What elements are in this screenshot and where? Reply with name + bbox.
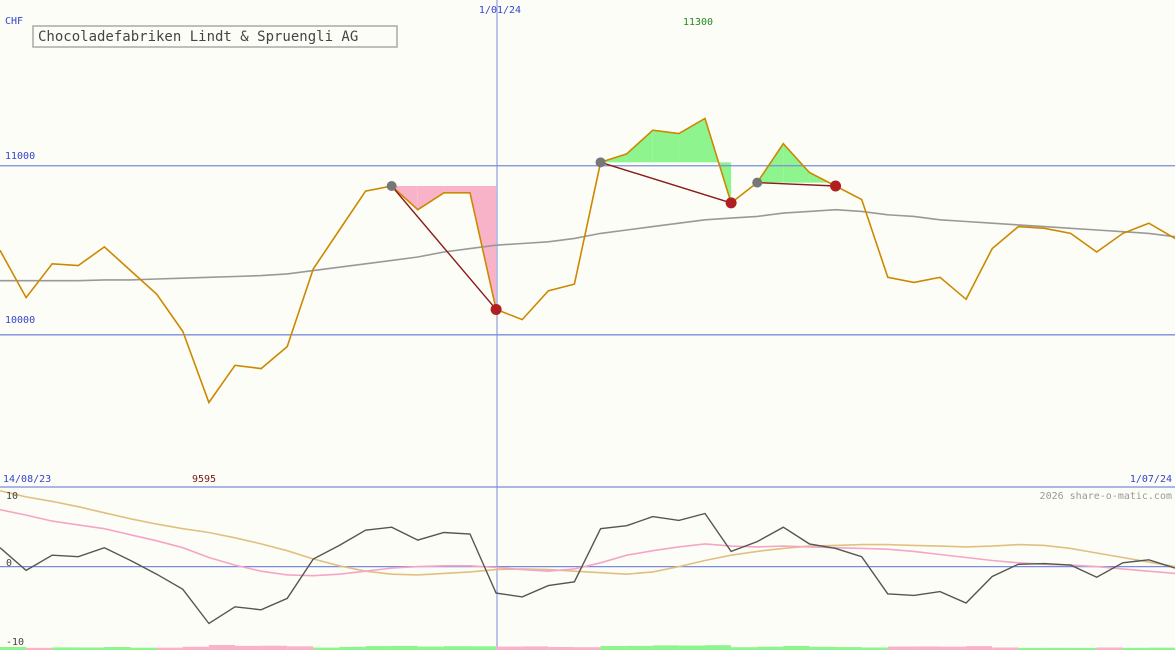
volume-bars [0, 645, 1175, 650]
indicator-bar-11 [287, 646, 314, 650]
indicator-bar-24 [626, 645, 653, 650]
indicator-bar-10 [261, 645, 288, 650]
indicator-bar-16 [417, 646, 444, 650]
gain-loss-fills [391, 118, 836, 310]
indicator-bar-9 [235, 645, 262, 650]
trend-line-2 [757, 181, 836, 187]
oscillator-line [0, 512, 1175, 625]
indicator-bar-34 [887, 646, 914, 650]
indicator-bar-26 [678, 645, 705, 650]
indicator-bar-23 [600, 646, 627, 650]
indicator-bar-30 [783, 645, 810, 650]
chart-title: Chocoladefabriken Lindt & Spruengli AG [38, 29, 358, 45]
fill-segment-1-26 [678, 118, 705, 163]
swing-start-marker-1 [595, 157, 606, 168]
indicator-bar-17 [443, 646, 470, 650]
indicator-bar-14 [365, 646, 392, 650]
indicator-bar-27 [705, 645, 732, 650]
y-tick-label-10000: 10000 [5, 315, 35, 326]
indicator-bar-20 [522, 646, 549, 650]
min-price-label: 9595 [192, 474, 216, 485]
osc-tick-label-10: 10 [6, 491, 18, 502]
osc-tick-label-0: 0 [6, 558, 12, 569]
y-tick-label-11000: 11000 [5, 151, 35, 162]
swing-end-marker-1 [725, 197, 737, 209]
max-price-label: 11300 [683, 17, 713, 28]
swing-end-marker-0 [490, 303, 502, 315]
fill-segment-0-16 [417, 186, 444, 210]
fill-segment-0-17 [443, 186, 470, 193]
indicator-bar-18 [470, 646, 497, 650]
fill-segment-1-25 [652, 130, 679, 163]
fill-segment-1-24 [626, 130, 653, 163]
top-date-marker-label: 1/01/24 [479, 5, 521, 16]
chart-canvas: Chocoladefabriken Lindt & Spruengli AG C… [0, 0, 1175, 650]
stock-chart: Chocoladefabriken Lindt & Spruengli AG C… [0, 0, 1175, 650]
indicator-bar-35 [913, 646, 940, 650]
indicator-bar-25 [652, 645, 679, 650]
copyright-label: 2026 share-o-matic.com [1040, 491, 1172, 502]
indicator-bar-37 [966, 646, 993, 650]
indicator-bar-8 [208, 645, 235, 650]
swing-start-marker-2 [752, 177, 763, 188]
fill-segment-2-30 [783, 143, 810, 183]
end-date-label: 1/07/24 [1130, 474, 1172, 485]
indicator-bar-15 [391, 645, 418, 650]
start-date-label: 14/08/23 [3, 474, 51, 485]
currency-label: CHF [5, 16, 23, 27]
oscillator-slow-average-line [0, 490, 1175, 576]
series-lines [0, 117, 1175, 625]
swing-end-marker-2 [830, 180, 842, 192]
trend-line-1 [600, 161, 732, 204]
oscillator-fast-average-line [0, 508, 1175, 577]
swing-start-marker-0 [386, 181, 397, 192]
gridlines [0, 0, 1175, 650]
indicator-bar-19 [496, 646, 523, 650]
price-line [0, 117, 1175, 405]
osc-tick-label-neg10: -10 [6, 637, 24, 648]
